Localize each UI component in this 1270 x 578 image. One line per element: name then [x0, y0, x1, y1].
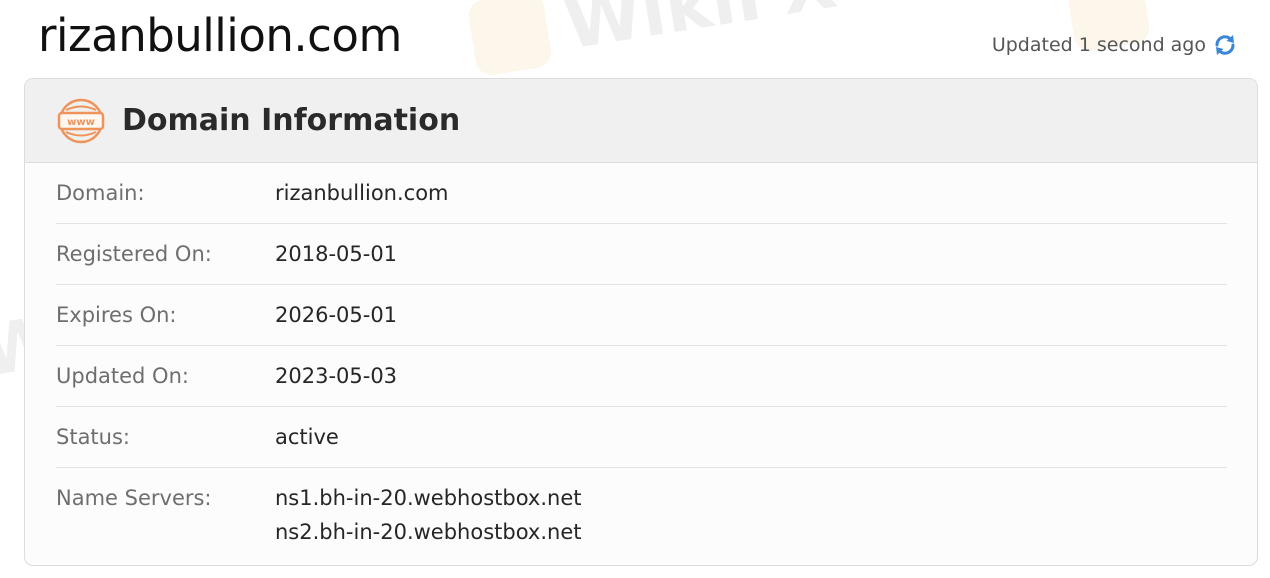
page: WikiFX WikiFX WikiFX rizanbullion.com Up…	[0, 0, 1270, 578]
row-label: Registered On:	[56, 242, 212, 266]
domain-info-list: Domain: rizanbullion.com Registered On: …	[25, 163, 1257, 549]
refresh-icon[interactable]	[1212, 32, 1238, 58]
domain-info-card: www Domain Information Domain: rizanbull…	[24, 78, 1258, 566]
name-server-list: ns1.bh-in-20.webhostbox.net ns2.bh-in-20…	[275, 468, 581, 549]
page-title: rizanbullion.com	[38, 9, 402, 62]
row-value: rizanbullion.com	[275, 181, 449, 205]
name-server-item: ns1.bh-in-20.webhostbox.net	[275, 486, 582, 510]
card-header: www Domain Information	[25, 79, 1257, 163]
row-label: Name Servers:	[56, 486, 212, 510]
row-value: 2026-05-01	[275, 303, 398, 327]
name-server-item: ns2.bh-in-20.webhostbox.net	[275, 520, 582, 544]
info-row-status: Status: active	[56, 407, 1227, 468]
card-title: Domain Information	[122, 103, 461, 138]
row-label: Updated On:	[56, 364, 189, 388]
update-status: Updated 1 second ago	[992, 30, 1238, 60]
watermark: WikiFX	[466, 0, 842, 80]
info-row-registered-on: Registered On: 2018-05-01	[56, 224, 1227, 285]
info-row-domain: Domain: rizanbullion.com	[56, 163, 1227, 224]
row-value: active	[275, 425, 339, 449]
watermark-text: WikiFX	[558, 0, 842, 66]
row-label: Expires On:	[56, 303, 177, 327]
info-row-updated-on: Updated On: 2023-05-03	[56, 346, 1227, 407]
row-label: Status:	[56, 425, 130, 449]
row-value: 2023-05-03	[275, 364, 398, 388]
watermark-logo-icon	[466, 0, 554, 78]
www-globe-icon: www	[56, 96, 106, 146]
row-value: 2018-05-01	[275, 242, 398, 266]
updated-text: Updated 1 second ago	[991, 34, 1206, 56]
info-row-name-servers: Name Servers: ns1.bh-in-20.webhostbox.ne…	[56, 468, 1227, 549]
row-label: Domain:	[56, 181, 145, 205]
info-row-expires-on: Expires On: 2026-05-01	[56, 285, 1227, 346]
svg-text:www: www	[67, 117, 95, 128]
